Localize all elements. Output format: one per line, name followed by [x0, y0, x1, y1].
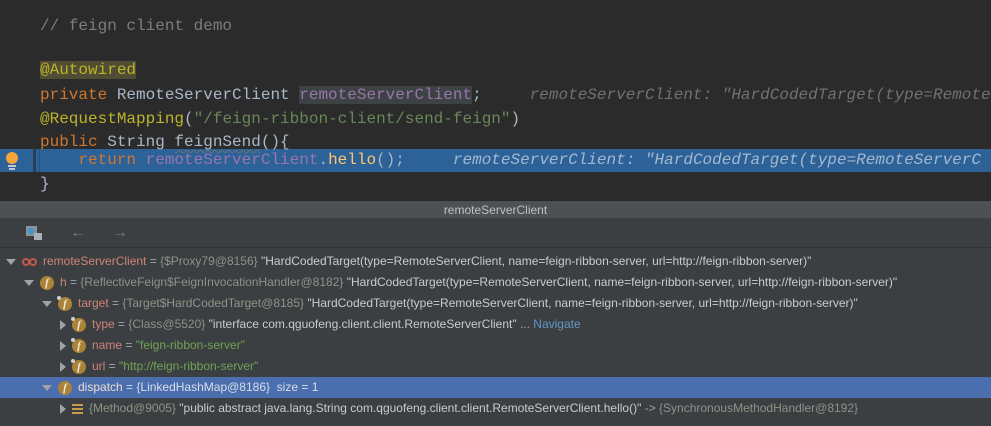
text-segment: {$Proxy79@8156} [160, 254, 261, 268]
text-segment: {SynchronousMethodHandler@8192} [659, 401, 859, 415]
text-segment: = [114, 317, 129, 331]
code-editor[interactable]: return remoteServerClient.hello(); remot… [0, 0, 991, 200]
chevron-down-icon[interactable] [6, 258, 16, 265]
text-segment: public [40, 133, 98, 151]
text-segment: "interface com.qguofeng.client.client.Re… [208, 317, 517, 331]
text-segment: {Class@5520} [128, 317, 209, 331]
text-segment: remoteServerClient: "HardCodedTarget(typ… [481, 86, 991, 104]
code-line[interactable]: @Autowired [0, 60, 991, 81]
text-segment: -> [641, 401, 660, 415]
final-field-icon: f [71, 337, 86, 353]
text-segment: remoteServerClient [145, 151, 319, 169]
chevron-down-icon[interactable] [24, 279, 34, 286]
text-segment: "public abstract java.lang.String com.qg… [179, 401, 642, 415]
text-segment: remoteServerClient [299, 86, 473, 104]
text-segment: = [105, 359, 120, 373]
text-segment: ; [472, 86, 482, 104]
final-field-icon: f [71, 358, 86, 374]
variables-tree: remoteServerClient = {$Proxy79@8156} "Ha… [0, 248, 991, 419]
final-field-icon: f [71, 316, 86, 332]
popup-toolbar: ← → [0, 218, 991, 248]
text-segment: h [60, 275, 67, 289]
text-segment: remoteServerClient [43, 254, 147, 268]
text-segment: {LinkedHashMap@8186} [136, 380, 271, 394]
text-segment: String [97, 133, 175, 151]
tree-row[interactable]: f name = "feign-ribbon-server" [0, 335, 991, 356]
code-line[interactable]: // feign client demo [0, 16, 991, 37]
text-segment: name [92, 338, 123, 352]
text-segment [136, 151, 146, 169]
method-icon [72, 403, 83, 414]
tree-row[interactable]: f target = {Target$HardCodedTarget@8185} … [0, 293, 991, 314]
text-segment: "http://feign-ribbon-server" [119, 359, 259, 373]
text-segment: @RequestMapping [40, 110, 185, 128]
final-field-icon: f [57, 295, 72, 311]
chevron-right-icon[interactable] [60, 403, 66, 414]
text-segment: } [40, 175, 50, 193]
text-segment: size = 1 [270, 380, 319, 394]
tree-row[interactable]: fh = {ReflectiveFeign$FeignInvocationHan… [0, 272, 991, 293]
text-segment: RemoteServerClient [107, 86, 300, 104]
tree-row[interactable]: f url = "http://feign-ribbon-server" [0, 356, 991, 377]
text-segment: {ReflectiveFeign$FeignInvocationHandler@… [80, 275, 347, 289]
text-segment: = [122, 338, 136, 352]
text-segment: remoteServerClient: "HardCodedTarget(typ… [404, 151, 981, 169]
code-line[interactable]: } [0, 174, 991, 195]
text-segment: dispatch [78, 380, 123, 394]
text-segment: @Autowired [40, 61, 137, 79]
navigate-link[interactable]: Navigate [533, 314, 580, 335]
chevron-down-icon[interactable] [42, 384, 52, 391]
debugger-inspect-popup: remoteServerClient ← → remoteServerClien… [0, 200, 991, 426]
text-segment: "HardCodedTarget(type=RemoteServerClient… [346, 275, 898, 289]
field-icon: f [40, 275, 54, 290]
chevron-right-icon[interactable] [60, 319, 66, 330]
text-segment: ... [516, 317, 534, 331]
chevron-right-icon[interactable] [60, 340, 66, 351]
chevron-right-icon[interactable] [60, 361, 66, 372]
tree-row[interactable]: {Method@9005} "public abstract java.lang… [0, 398, 991, 419]
text-segment: ) [510, 110, 521, 128]
text-segment: hello [328, 151, 377, 169]
code-line[interactable]: public String feignSend(){ [0, 132, 991, 153]
text-segment: "HardCodedTarget(type=RemoteServerClient… [260, 254, 812, 268]
text-segment: = [108, 296, 123, 310]
text-segment: type [92, 317, 115, 331]
popup-title: remoteServerClient [0, 200, 991, 218]
text-segment: = [122, 380, 137, 394]
text-segment: {Target$HardCodedTarget@8185} [122, 296, 308, 310]
text-segment [40, 151, 78, 169]
back-arrow-icon[interactable]: ← [70, 224, 86, 241]
text-segment: = [146, 254, 161, 268]
field-icon: f [58, 380, 72, 395]
code-line[interactable]: @RequestMapping("/feign-ribbon-client/se… [0, 109, 991, 130]
text-segment: // feign client demo [40, 17, 233, 35]
text-segment: url [92, 359, 106, 373]
tree-row[interactable]: f type = {Class@5520} "interface com.qguo… [0, 314, 991, 335]
text-segment: (); [376, 151, 405, 169]
text-segment: = [66, 275, 81, 289]
text-segment: return [78, 151, 137, 169]
text-segment: "/feign-ribbon-client/send-feign" [193, 110, 511, 128]
watch-icon [22, 257, 37, 266]
variables-view-icon[interactable] [26, 225, 44, 241]
forward-arrow-icon[interactable]: → [112, 224, 128, 241]
text-segment: "feign-ribbon-server" [135, 338, 245, 352]
text-segment: {Method@9005} [89, 401, 180, 415]
tree-row[interactable]: remoteServerClient = {$Proxy79@8156} "Ha… [0, 251, 991, 272]
text-segment: feignSend [174, 133, 261, 151]
code-line[interactable]: private RemoteServerClient remoteServerC… [0, 85, 991, 106]
chevron-down-icon[interactable] [42, 300, 52, 307]
tree-row[interactable]: f dispatch = {LinkedHashMap@8186} size = … [0, 377, 991, 398]
text-segment: target [78, 296, 109, 310]
text-segment: "HardCodedTarget(type=RemoteServerClient… [307, 296, 858, 310]
text-segment: . [318, 151, 329, 169]
text-segment: ( [184, 110, 194, 128]
text-segment: private [40, 86, 108, 104]
text-segment: (){ [260, 133, 290, 151]
